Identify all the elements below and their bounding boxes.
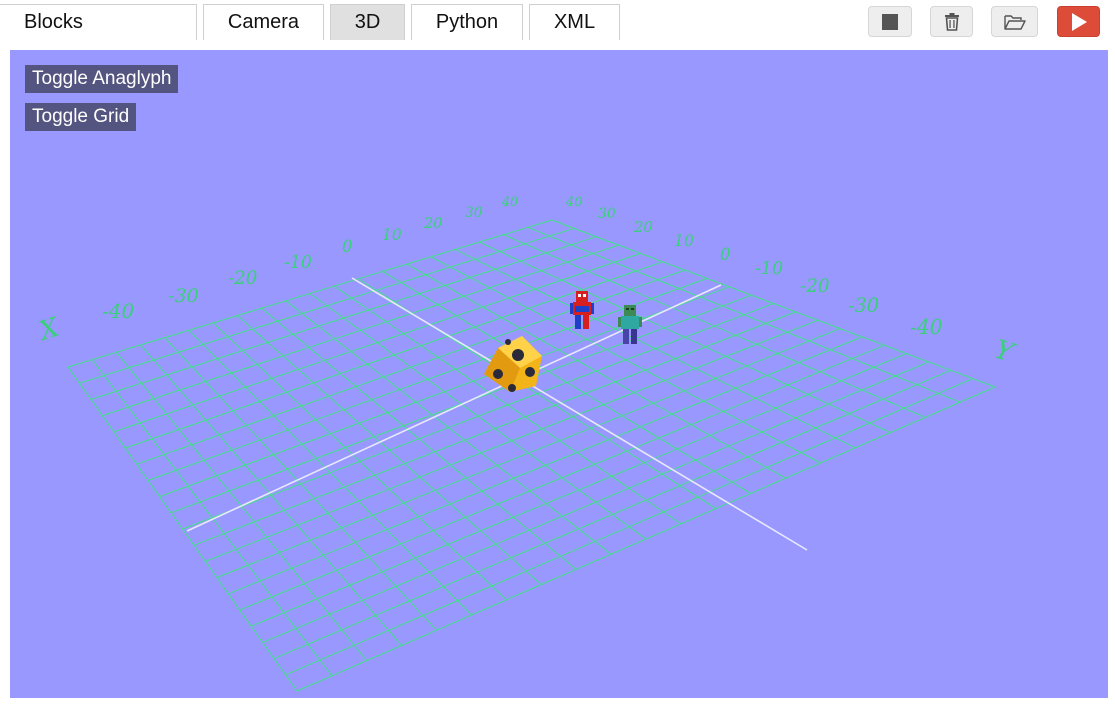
play-icon	[1071, 12, 1087, 31]
axis-tick-label: -30	[168, 284, 199, 307]
tab-python[interactable]: Python	[411, 4, 523, 40]
axis-tick-label: 10	[382, 226, 402, 244]
axis-tick-label: -40	[910, 315, 943, 339]
scene-canvas[interactable]: -40 -30 -20 -10 0 10 20 30 40 40 30 20 10 0 -10 -20 -30 -…	[10, 50, 1108, 698]
3d-viewport[interactable]: -40 -30 -20 -10 0 10 20 30 40 40 30 20 10 0 -10 -20 -30 -…	[10, 50, 1108, 698]
axis-tick-label: -30	[848, 294, 879, 317]
ground-grid	[67, 219, 996, 692]
open-button[interactable]	[991, 6, 1038, 37]
axis-tick-label: 30	[598, 206, 616, 222]
toggle-anaglyph-button[interactable]: Toggle Anaglyph	[25, 65, 179, 93]
axis-tick-labels: -40 -30 -20 -10 0 10 20 30 40 40 30 20 10 0 -10 -20 -30 -…	[102, 195, 943, 339]
axis-tick-label: 20	[423, 215, 443, 232]
tab-xml[interactable]: XML	[529, 4, 620, 40]
tab-3d[interactable]: 3D	[330, 4, 405, 40]
axis-tick-label: 10	[674, 231, 694, 250]
axis-tick-label: 40	[501, 195, 518, 210]
axis-tick-label: 20	[633, 219, 653, 236]
axis-tick-label: -10	[755, 259, 783, 279]
toggle-grid-button[interactable]: Toggle Grid	[25, 103, 137, 131]
axis-tick-label: 30	[465, 205, 483, 221]
grid-line	[285, 378, 973, 676]
stop-button[interactable]	[868, 6, 912, 37]
axis-tick-label: -20	[228, 268, 257, 289]
grid-line	[527, 226, 961, 403]
axis-tick-label: 0	[720, 245, 731, 264]
axis-tick-label: -10	[284, 253, 312, 273]
stop-icon	[882, 13, 898, 30]
folder-open-icon	[1003, 14, 1026, 30]
axis-tick-label: -40	[102, 299, 134, 323]
axis-tick-label: 40	[565, 195, 583, 210]
tab-blocks[interactable]: Blocks	[0, 4, 197, 40]
grid-line	[503, 234, 926, 418]
y-axis-label: Y	[991, 335, 1019, 370]
tab-camera[interactable]: Camera	[203, 4, 324, 40]
grid-line	[262, 361, 929, 643]
axis-tick-label: 0	[342, 237, 352, 256]
trash-icon	[944, 12, 959, 31]
grid-line	[551, 219, 996, 388]
axis-tick-label: -20	[800, 276, 830, 297]
run-button[interactable]	[1057, 6, 1100, 37]
delete-button[interactable]	[930, 6, 973, 37]
x-axis-label: X	[34, 312, 64, 347]
zombie-character[interactable]	[618, 305, 642, 344]
yellow-cube[interactable]	[484, 336, 542, 392]
